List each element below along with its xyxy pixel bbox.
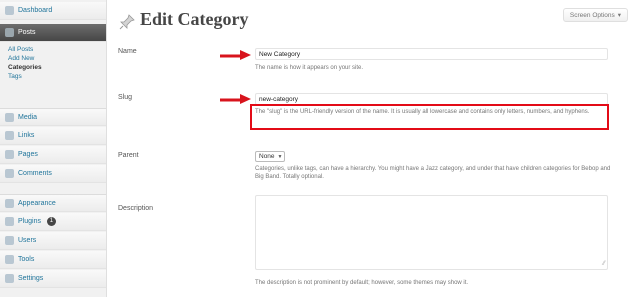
sidebar-item-users[interactable]: Users <box>0 232 106 250</box>
name-label: Name <box>118 48 137 55</box>
submenu-tags[interactable]: Tags <box>8 73 22 80</box>
arrow-annotation-icon <box>220 50 251 60</box>
chevron-down-icon: ▼ <box>277 153 283 160</box>
sidebar-item-label: Users <box>18 237 37 244</box>
parent-select[interactable]: None ▼ <box>255 151 285 162</box>
pages-icon <box>5 150 14 159</box>
sidebar-item-label: Comments <box>18 170 52 177</box>
sidebar-item-dashboard[interactable]: Dashboard <box>0 2 106 20</box>
parent-help-text: Categories, unlike tags, can have a hier… <box>255 166 611 180</box>
sidebar-item-label: Pages <box>18 151 38 158</box>
sidebar-item-pages[interactable]: Pages <box>0 146 106 164</box>
sidebar-item-label: Media <box>18 113 38 121</box>
comments-icon <box>5 169 14 178</box>
sidebar-item-tools[interactable]: Tools <box>0 251 106 269</box>
chevron-down-icon: ▾ <box>617 12 621 19</box>
parent-label: Parent <box>118 152 139 159</box>
slug-field-value: new-category <box>259 96 299 103</box>
sidebar-item-plugins[interactable]: Plugins 1 <box>0 213 106 231</box>
sidebar-item-label: Dashboard <box>18 7 53 14</box>
slug-label: Slug <box>118 94 133 101</box>
tools-icon <box>5 255 14 264</box>
appearance-icon <box>5 198 14 208</box>
sidebar-item-label: Plugins <box>18 218 41 225</box>
update-count-badge: 1 <box>46 217 56 226</box>
submenu-categories[interactable]: Categories <box>8 64 42 71</box>
sidebar-item-label: Tools <box>18 256 35 263</box>
submenu-add-new[interactable]: Add New <box>8 55 34 62</box>
media-icon <box>5 112 14 122</box>
main-content: Edit Category Screen Options ▾ Name New … <box>107 0 638 297</box>
name-field[interactable]: New Category <box>255 48 608 60</box>
users-icon <box>5 236 14 245</box>
slug-help-text: The "slug" is the URL-friendly version o… <box>255 109 590 115</box>
parent-select-value: None <box>259 153 275 160</box>
screen-options-label: Screen Options <box>569 11 615 19</box>
sidebar-item-comments[interactable]: Comments <box>0 165 106 183</box>
page-title: Edit Category <box>140 9 249 29</box>
submenu-all-posts[interactable]: All Posts <box>8 46 33 53</box>
description-label: Description <box>118 205 154 212</box>
dashboard-icon <box>5 6 14 15</box>
sidebar-item-links[interactable]: Links <box>0 127 106 145</box>
settings-icon <box>5 274 14 283</box>
name-help-text: The name is how it appears on your site. <box>255 65 364 71</box>
resize-handle-icon[interactable]: ⁄⁄ <box>603 261 605 267</box>
plugins-icon <box>5 217 14 226</box>
arrow-annotation-icon <box>220 94 251 104</box>
admin-sidebar: Dashboard Posts All Posts Add New Catego… <box>0 0 107 297</box>
posts-icon <box>5 28 14 37</box>
name-field-value: New Category <box>259 51 301 58</box>
sidebar-item-label: Appearance <box>18 199 56 207</box>
sidebar-item-label: Settings <box>18 275 44 282</box>
description-textarea[interactable]: ⁄⁄ <box>255 195 608 270</box>
pin-icon <box>119 14 135 30</box>
sidebar-item-label: Posts <box>18 29 36 36</box>
sidebar-item-label: Links <box>18 132 35 139</box>
screen-options-button[interactable]: Screen Options ▾ <box>562 8 628 22</box>
sidebar-item-appearance[interactable]: Appearance <box>0 194 106 212</box>
sidebar-item-media[interactable]: Media <box>0 108 106 126</box>
sidebar-item-settings[interactable]: Settings <box>0 270 106 288</box>
sidebar-item-posts[interactable]: Posts <box>0 24 106 42</box>
description-help-text: The description is not prominent by defa… <box>255 280 469 286</box>
links-icon <box>5 131 14 140</box>
